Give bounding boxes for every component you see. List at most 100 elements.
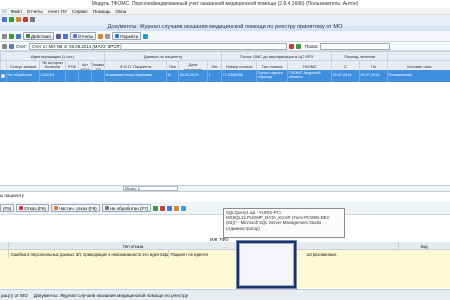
error-row-marker — [0, 250, 9, 258]
menu-windows[interactable]: Окна — [113, 9, 129, 14]
clear-icon[interactable] — [288, 43, 294, 49]
account-label: Счет: — [16, 43, 27, 49]
refuse-button[interactable]: Отказ (F6) — [16, 204, 49, 212]
cell-condition: Поликлиника — [387, 70, 450, 82]
export-icon[interactable] — [62, 33, 68, 39]
panel-splitter[interactable] — [0, 192, 450, 202]
group-identification: Идентификация (1 ист.) — [0, 51, 106, 61]
errors-header: Тип отказа Код — [0, 242, 450, 250]
reports-label: Отчеты — [77, 33, 94, 39]
menu-file[interactable]: Файл — [8, 9, 24, 14]
search-label: Поиск: — [304, 43, 319, 49]
document-toolbar: Действия Отчеты Перейти — [0, 31, 450, 42]
cell-rok — [65, 70, 79, 82]
cell-fio: Ильхамов Игорь Карлович — [104, 70, 167, 82]
f5-button[interactable]: (F5) — [0, 204, 15, 212]
group-patient: Данные по пациенту — [104, 51, 223, 61]
error-row-text: Ошибка в персональных данных ЗЛ, приводя… — [8, 250, 169, 258]
taskbar-preview-window — [239, 243, 294, 286]
action-icon — [26, 34, 30, 38]
cell-policy-type: Полис старого образца — [256, 70, 288, 82]
f5-label: (F5) — [3, 205, 12, 211]
search-input[interactable] — [320, 42, 391, 50]
table-row[interactable]: Не обработан 1162/13 Ильхамов Игорь Карл… — [0, 70, 450, 82]
menu-agent[interactable]: Агент ПУ — [45, 9, 69, 14]
cell-tfoms: ТФОМС Амурской области — [287, 70, 332, 82]
tooltip-line-4: (Администратор) — [226, 225, 260, 231]
group-empty — [387, 51, 450, 61]
reports-button[interactable]: Отчеты — [69, 32, 97, 40]
refresh-icon[interactable] — [9, 16, 14, 22]
attach-icon[interactable] — [174, 205, 180, 211]
errors-empty-area — [0, 259, 450, 288]
account-select[interactable]: Счет от МО N8 от 05.08.2014 (МАУЗ 'ЗРОЛ'… — [28, 42, 287, 50]
group-period: Период лечения — [331, 51, 389, 61]
save-icon[interactable] — [167, 205, 173, 211]
filter-bar: Счет: Счет от МО N8 от 05.08.2014 (МАУЗ … — [0, 42, 450, 51]
totals-field: Итого: 1 — [123, 186, 178, 191]
not-processed-button[interactable]: Не обработан (F7) — [101, 204, 152, 212]
grid-empty-area — [0, 82, 450, 185]
errors-col-type[interactable]: Тип отказа — [8, 242, 259, 250]
partial-refuse-label: Частич. отказ (F8) — [58, 205, 97, 211]
menu-help[interactable]: Помощь — [90, 9, 113, 14]
apply-icon[interactable] — [295, 43, 301, 49]
totals-bar — [0, 185, 450, 192]
cell-age: 1 — [207, 70, 222, 82]
arrow-right-icon — [115, 34, 120, 38]
status-doc[interactable]: Документы: Журнал случаев оказания медиц… — [34, 293, 188, 298]
print-icon[interactable] — [98, 33, 104, 39]
menu-reports[interactable]: Отчеты — [24, 9, 45, 14]
status-left[interactable]: рацту от МО — [1, 293, 28, 298]
partial-refuse-icon — [53, 206, 58, 210]
edit-icon[interactable] — [16, 33, 21, 39]
action-label: Действия — [31, 33, 51, 39]
main-toolbar — [0, 15, 450, 23]
report-icon — [72, 34, 77, 38]
checkbox-icon[interactable] — [1, 73, 5, 78]
home-icon[interactable] — [2, 16, 7, 22]
goto-button[interactable]: Перейти — [112, 32, 142, 40]
cell-zayavka — [91, 70, 105, 82]
add-error-icon[interactable] — [153, 205, 159, 211]
nav-icon[interactable] — [2, 33, 7, 39]
menu-bar: Файл Отчеты Агент ПУ Сервис Помощь Окна — [0, 8, 450, 15]
not-processed-label: Не обработан (F7) — [109, 205, 149, 211]
app-icon — [2, 9, 7, 13]
cell-history: 1162/13 — [39, 70, 66, 82]
status-bar: рацту от МО Документы: Журнал случаев ок… — [0, 289, 450, 300]
errors-col-select — [0, 242, 9, 250]
filter-toggle-icon[interactable] — [2, 43, 7, 49]
filter-funnel-icon[interactable] — [9, 43, 14, 49]
add-icon[interactable] — [9, 33, 14, 39]
copy-icon[interactable] — [105, 33, 111, 39]
group-policy: Полис ОМС до верификации в ЦС ЕРЗ — [221, 51, 333, 61]
cell-policy-number: 77-2368768 — [221, 70, 257, 82]
partial-refuse-button[interactable]: Частич. отказ (F8) — [50, 204, 100, 212]
account-value: Счет от МО N8 от 05.08.2014 (МАУЗ 'ЗРОЛ'… — [31, 43, 122, 49]
remove-error-icon[interactable] — [160, 205, 166, 211]
document-title: Документы: Журнал случаев оказания медиц… — [0, 23, 450, 31]
refuse-icon — [19, 206, 24, 210]
cell-akt — [78, 70, 92, 82]
cell-from: 29.07.2014 — [331, 70, 360, 82]
refresh-errors-icon[interactable] — [181, 205, 187, 211]
settings-icon[interactable] — [30, 16, 35, 22]
close-doc-icon[interactable] — [23, 16, 28, 22]
errors-col-code[interactable]: Код — [398, 242, 450, 250]
bottom-section-label: ы пациенту — [0, 193, 24, 198]
filter-icon[interactable] — [55, 33, 61, 39]
cell-status: Не обработан — [6, 70, 40, 82]
info-icon[interactable] — [143, 33, 149, 39]
error-row[interactable]: Ошибка в персональных данных ЗЛ, приводя… — [0, 250, 450, 259]
folder-icon[interactable] — [16, 16, 21, 22]
taskbar-tooltip: SQLQuery1.sql - YURIS-PC\ MSSQL12.PUOMP_… — [223, 208, 345, 238]
cell-sex: М — [166, 70, 179, 82]
action-button[interactable]: Действия — [23, 32, 54, 40]
menu-service[interactable]: Сервис — [70, 9, 91, 14]
not-processed-icon — [104, 206, 109, 210]
refuse-label: Отказ (F6) — [24, 205, 46, 211]
cell-to: 29.07.2014 — [359, 70, 388, 82]
cell-birth: 30.03.2013 — [178, 70, 208, 82]
window-title: Модуль ТФОМС. Персонифицированный учет о… — [0, 0, 450, 8]
